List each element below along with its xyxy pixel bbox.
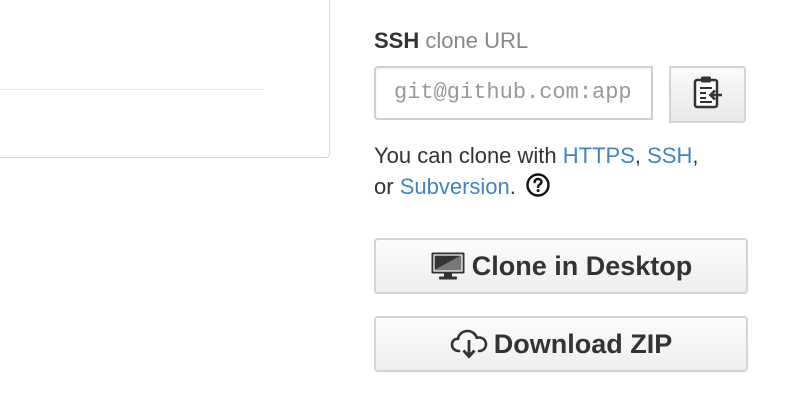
clone-url-input[interactable]	[374, 66, 653, 120]
ssh-link[interactable]: SSH	[647, 143, 692, 168]
download-zip-button[interactable]: Download ZIP	[374, 316, 748, 372]
clone-url-label: clone URL	[425, 28, 529, 53]
clone-url-group	[374, 66, 746, 124]
clone-help-period: .	[509, 174, 516, 199]
clone-protocol-label: SSH	[374, 28, 420, 53]
subversion-link[interactable]: Subversion	[400, 174, 510, 199]
download-zip-label: Download ZIP	[493, 328, 673, 359]
readme-panel	[0, 0, 330, 158]
clone-help-prefix: You can clone with	[374, 143, 563, 168]
clone-in-desktop-button[interactable]: Clone in Desktop	[374, 238, 748, 294]
clone-help-or: or	[374, 174, 400, 199]
cloud-download-icon	[450, 328, 488, 360]
clone-in-desktop-label: Clone in Desktop	[471, 250, 693, 281]
clone-help-separator: ,	[692, 143, 699, 168]
monitor-icon	[430, 251, 466, 281]
clone-help-text: You can clone with HTTPS, SSH, or Subvers…	[374, 140, 774, 205]
clone-url-heading: SSH clone URL	[374, 28, 528, 54]
https-link[interactable]: HTTPS	[563, 143, 635, 168]
copy-url-button[interactable]	[669, 66, 746, 123]
panel-divider	[0, 89, 263, 90]
clone-help-separator: ,	[634, 143, 648, 168]
clipboard-icon	[692, 75, 724, 114]
question-circle-icon[interactable]	[526, 173, 550, 205]
page: SSH clone URL You can clone with HTTPS, …	[0, 0, 788, 412]
